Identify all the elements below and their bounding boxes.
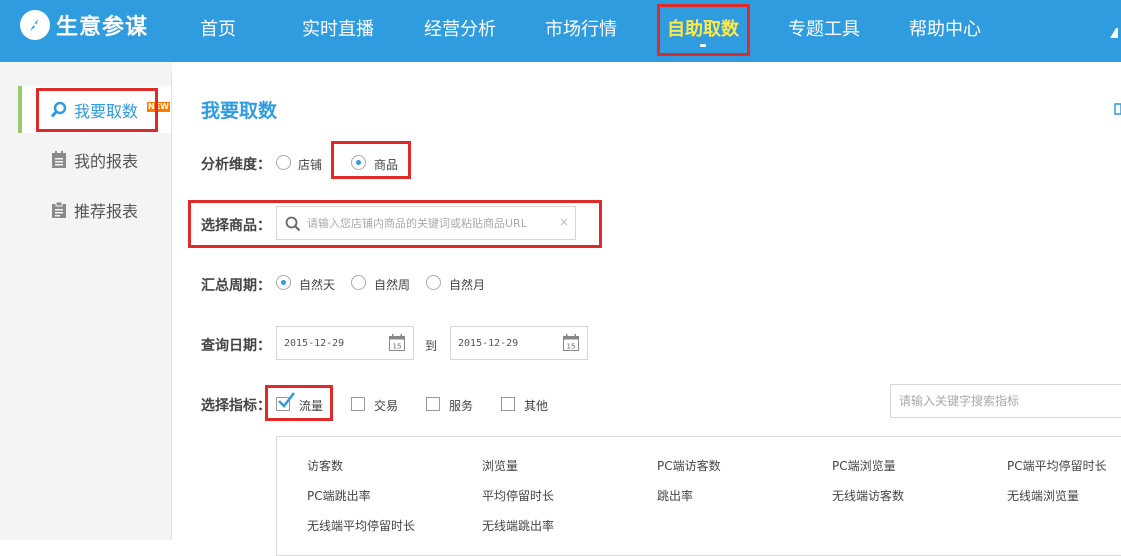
nav-home[interactable]: 首页 bbox=[200, 18, 236, 42]
metric-item[interactable]: PC端浏览量 bbox=[832, 457, 896, 474]
metric-item[interactable]: PC端平均停留时长 bbox=[1007, 457, 1107, 474]
nav-active-indicator bbox=[700, 44, 706, 47]
metric-item[interactable]: 无线端浏览量 bbox=[1007, 487, 1079, 504]
page-edge-link[interactable] bbox=[1112, 102, 1121, 116]
metric-item[interactable]: 跳出率 bbox=[657, 487, 693, 504]
radio-natural-week-label: 自然周 bbox=[374, 278, 411, 292]
metric-item[interactable]: 平均停留时长 bbox=[482, 487, 554, 504]
checkbox-other-label: 其他 bbox=[524, 399, 549, 413]
nav-market[interactable]: 市场行情 bbox=[545, 18, 617, 42]
compass-icon bbox=[20, 10, 50, 40]
radio-natural-week[interactable] bbox=[351, 275, 366, 290]
metric-item[interactable]: 无线端访客数 bbox=[832, 487, 904, 504]
start-date-field[interactable]: 15 bbox=[276, 326, 414, 360]
checkbox-service-label: 服务 bbox=[449, 399, 474, 413]
metric-item[interactable]: 无线端跳出率 bbox=[482, 517, 554, 534]
calendar-icon[interactable]: 15 bbox=[389, 334, 405, 351]
date-separator: 到 bbox=[425, 339, 438, 353]
nav-special-tools[interactable]: 专题工具 bbox=[788, 18, 860, 42]
nav-business-analysis[interactable]: 经营分析 bbox=[424, 18, 496, 42]
checkbox-other[interactable] bbox=[501, 397, 515, 411]
metric-item[interactable]: PC端访客数 bbox=[657, 457, 721, 474]
checkbox-transaction[interactable] bbox=[351, 397, 365, 411]
calendar-icon[interactable]: 15 bbox=[563, 334, 579, 351]
period-label: 汇总周期： bbox=[201, 278, 271, 294]
metrics-panel: 访客数 浏览量 PC端访客数 PC端浏览量 PC端平均停留时长 PC端跳出率 平… bbox=[276, 436, 1121, 556]
calendar-day: 15 bbox=[567, 343, 576, 351]
page-title: 我要取数 bbox=[201, 100, 278, 122]
metric-item[interactable]: 访客数 bbox=[307, 457, 343, 474]
metric-search-input[interactable] bbox=[899, 385, 1119, 417]
product-search-highlight bbox=[188, 200, 602, 248]
radio-natural-month-label: 自然月 bbox=[449, 278, 486, 292]
sidebar-item-recommended-reports[interactable]: 推荐报表 bbox=[22, 186, 172, 233]
metric-item[interactable]: PC端跳出率 bbox=[307, 487, 371, 504]
radio-shop[interactable] bbox=[276, 155, 291, 170]
metric-item[interactable]: 无线端平均停留时长 bbox=[307, 517, 415, 534]
sidebar-divider bbox=[171, 74, 172, 540]
radio-natural-day[interactable] bbox=[276, 275, 291, 290]
nav-help-center[interactable]: 帮助中心 bbox=[909, 18, 981, 42]
start-date-input[interactable] bbox=[284, 327, 384, 359]
radio-shop-label: 店铺 bbox=[298, 158, 323, 172]
traffic-checkbox-highlight bbox=[265, 385, 333, 421]
date-label: 查询日期： bbox=[201, 338, 271, 354]
radio-natural-month[interactable] bbox=[426, 275, 441, 290]
sidebar-item-my-reports[interactable]: 我的报表 bbox=[22, 136, 172, 183]
end-date-field[interactable]: 15 bbox=[450, 326, 588, 360]
sidebar bbox=[0, 62, 172, 540]
sidebar-item-label: 推荐报表 bbox=[74, 201, 139, 221]
clipboard-icon bbox=[50, 201, 68, 219]
calendar-day: 15 bbox=[393, 343, 402, 351]
checkbox-transaction-label: 交易 bbox=[374, 399, 399, 413]
dimension-label: 分析维度： bbox=[201, 157, 271, 173]
brand-logo[interactable]: 生意参谋 bbox=[20, 9, 148, 41]
metric-item[interactable]: 浏览量 bbox=[482, 457, 518, 474]
metric-search-field[interactable] bbox=[890, 384, 1121, 418]
metrics-label: 选择指标： bbox=[201, 398, 271, 414]
top-navbar: 生意参谋 首页 实时直播 经营分析 市场行情 自助取数 专题工具 帮助中心 bbox=[0, 0, 1121, 62]
report-icon bbox=[50, 150, 68, 169]
sidebar-active-highlight bbox=[36, 88, 158, 132]
checkbox-service[interactable] bbox=[426, 397, 440, 411]
user-icon[interactable] bbox=[1110, 26, 1118, 38]
product-option-highlight bbox=[331, 141, 411, 179]
sidebar-item-label: 我的报表 bbox=[74, 151, 139, 171]
nav-realtime[interactable]: 实时直播 bbox=[302, 18, 374, 42]
brand-name: 生意参谋 bbox=[56, 15, 149, 40]
end-date-input[interactable] bbox=[458, 327, 558, 359]
radio-natural-day-label: 自然天 bbox=[299, 278, 336, 292]
nav-active-highlight bbox=[657, 4, 750, 56]
